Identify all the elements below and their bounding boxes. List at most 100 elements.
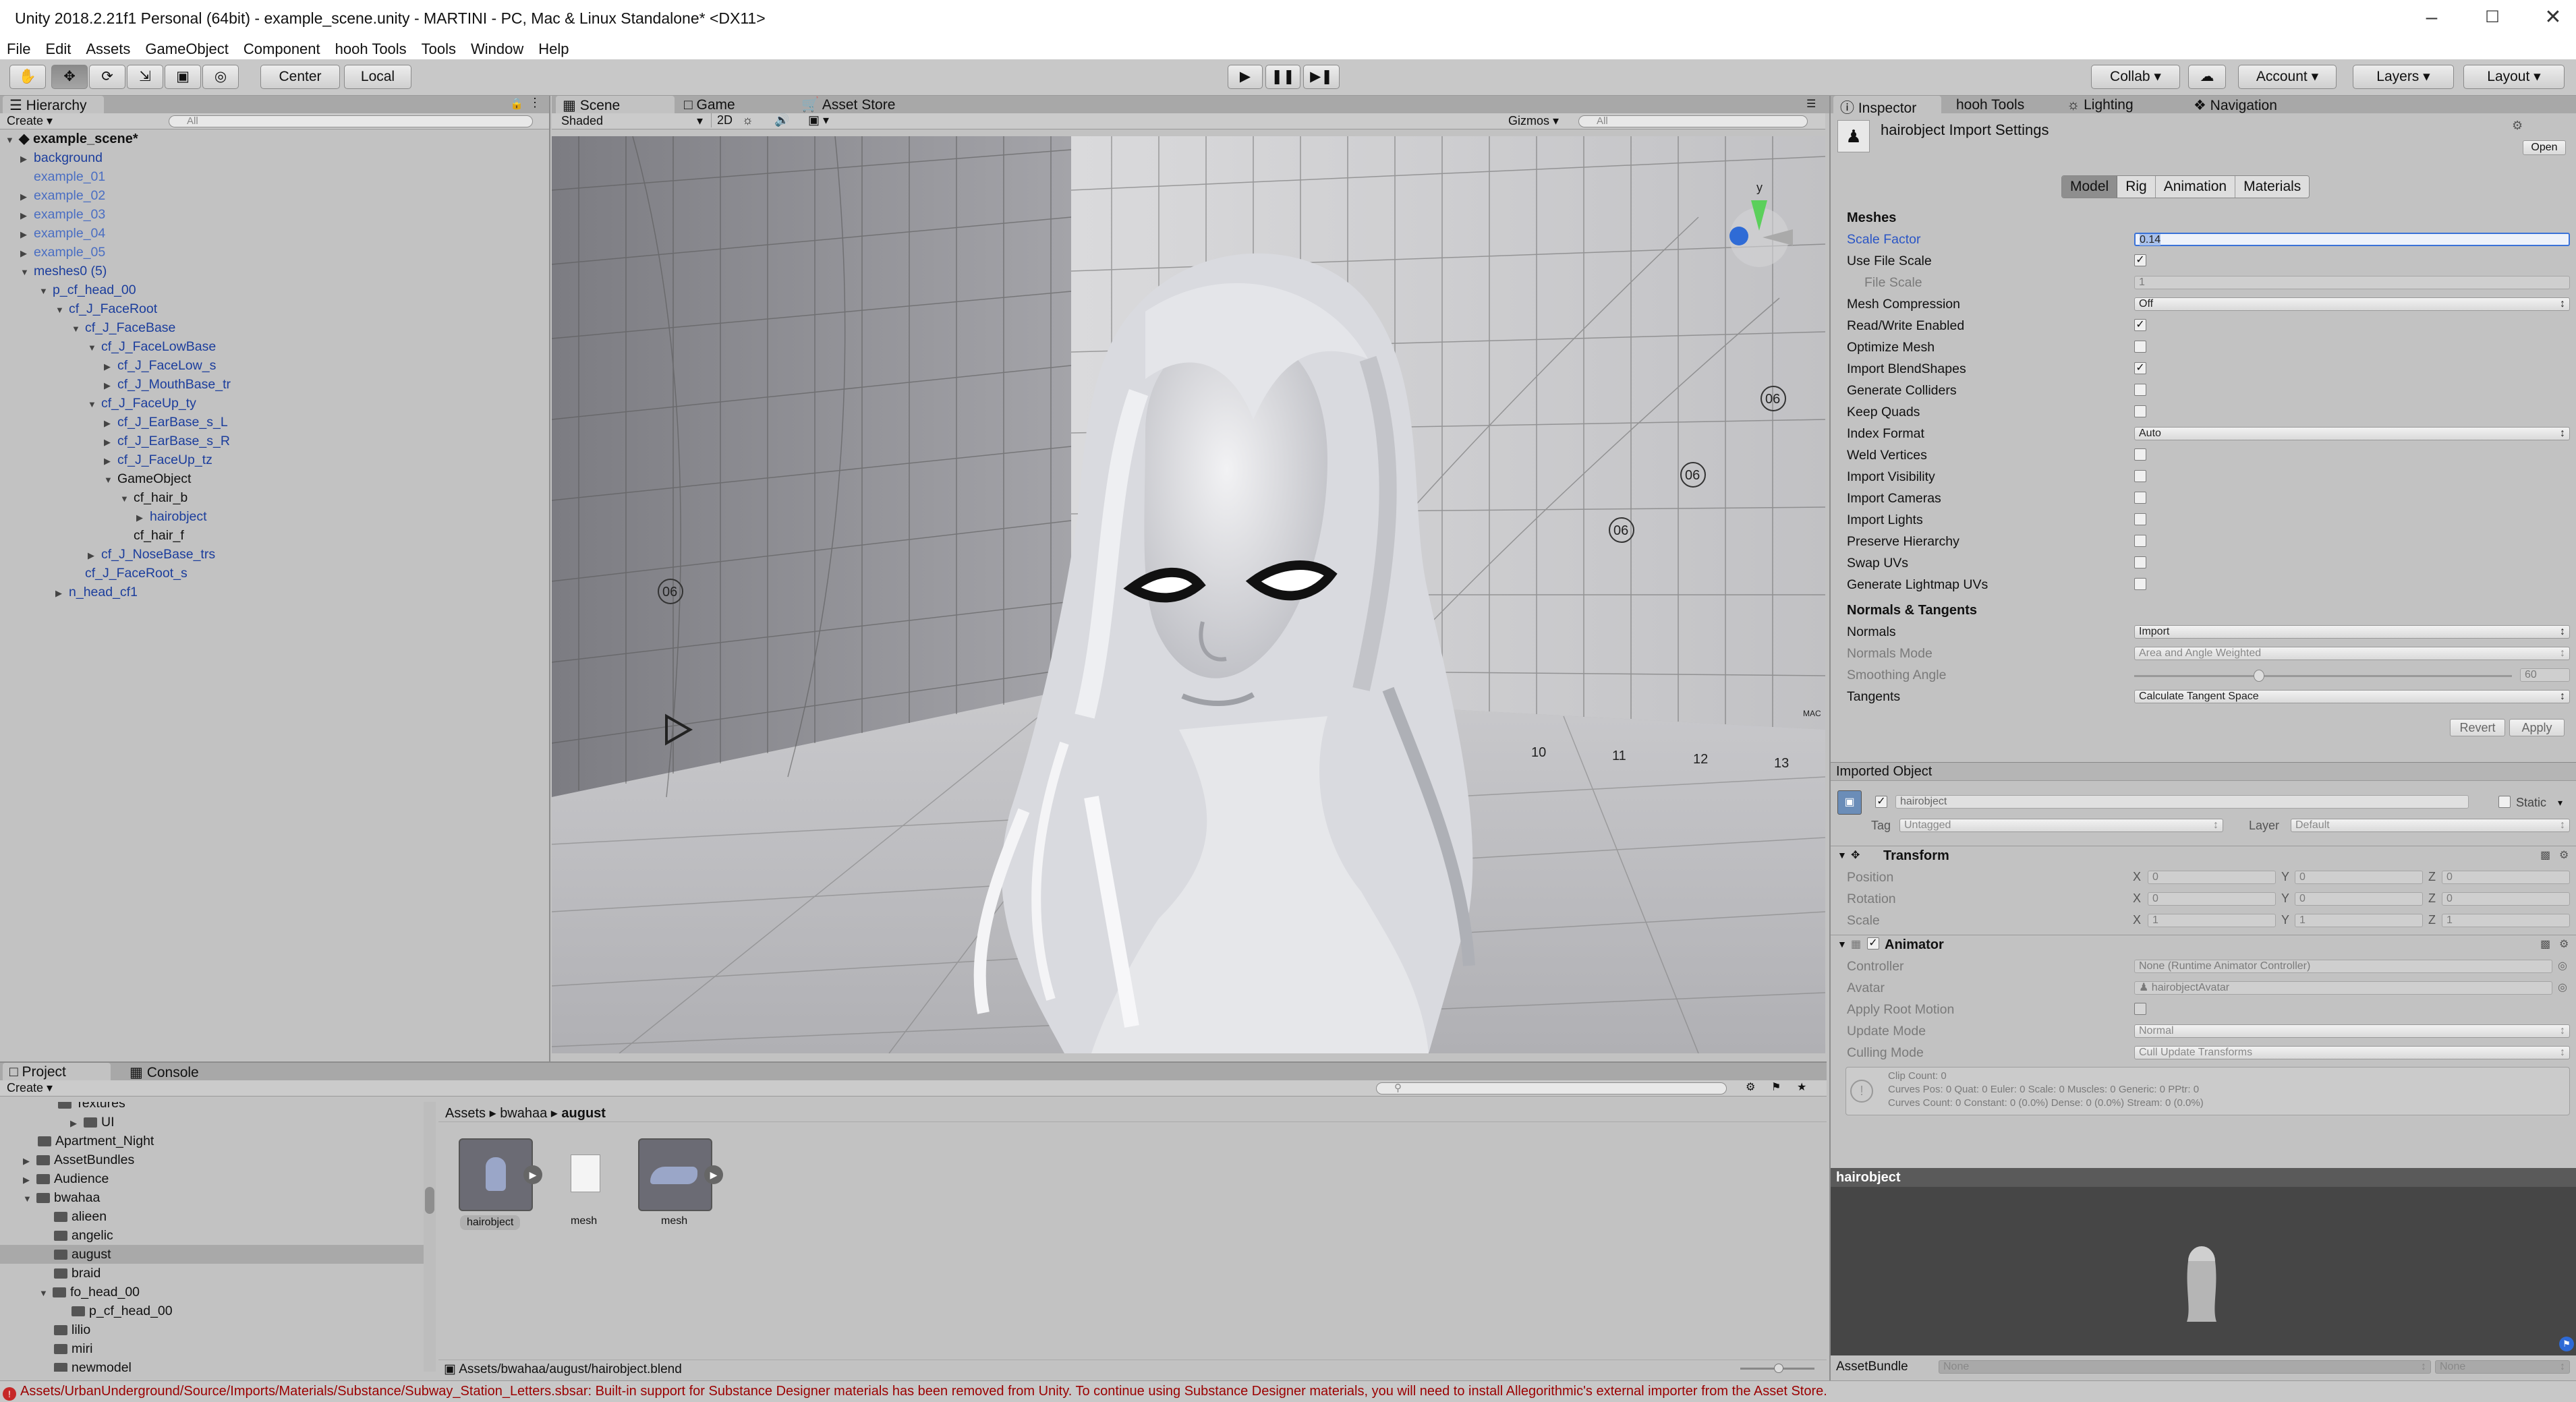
audio-toggle-icon[interactable]: 🔊 — [774, 113, 789, 127]
scale-y-field[interactable]: 1 — [2295, 914, 2423, 927]
step-button[interactable]: ▶❚ — [1303, 65, 1340, 89]
scene-viewport[interactable]: 06 06 06 06 06 10 11 12 13 MAC — [552, 136, 1825, 1053]
import-visibility-checkbox[interactable] — [2134, 470, 2146, 482]
import-lights-checkbox[interactable] — [2134, 513, 2146, 525]
expand-asset-icon[interactable]: ▶ — [704, 1165, 723, 1184]
update-mode-dropdown[interactable]: Normal ↕ — [2134, 1024, 2570, 1038]
menu-window[interactable]: Window — [464, 38, 532, 58]
lighting-toggle-icon[interactable]: ☼ — [742, 113, 753, 127]
rotation-z-field[interactable]: 0 — [2442, 892, 2570, 906]
menu-tools[interactable]: Tools — [415, 38, 464, 58]
object-picker-icon[interactable]: ◎ — [2558, 959, 2567, 972]
read-write-checkbox[interactable]: ✓ — [2134, 319, 2146, 331]
position-x-field[interactable]: 0 — [2148, 871, 2276, 884]
project-create-dropdown[interactable]: Create ▾ — [7, 1081, 53, 1095]
position-y-field[interactable]: 0 — [2295, 871, 2423, 884]
folder-item[interactable]: ▶ UI — [70, 1113, 115, 1132]
folder-item[interactable]: angelic — [54, 1226, 113, 1245]
tree-item[interactable]: ▶ cf_J_MouthBase_tr — [104, 375, 231, 394]
tab-hooh-tools[interactable]: hooh Tools — [1949, 96, 2044, 113]
filter-type-icon[interactable]: ⚙ — [1746, 1080, 1755, 1094]
controller-field[interactable]: None (Runtime Animator Controller) — [2134, 960, 2552, 973]
assetbundle-variant-dropdown[interactable]: None ↕ — [2435, 1360, 2570, 1374]
tree-item[interactable]: ▼ p_cf_head_00 — [39, 281, 136, 299]
tab-model[interactable]: Model — [2062, 176, 2118, 198]
tab-project[interactable]: □ Project — [3, 1063, 111, 1080]
animator-help-icon[interactable]: ▩ — [2540, 937, 2550, 951]
culling-mode-dropdown[interactable]: Cull Update Transforms ↕ — [2134, 1046, 2570, 1059]
zoom-slider[interactable] — [1740, 1364, 1814, 1373]
gizmo-z-icon[interactable] — [1729, 227, 1748, 245]
move-tool-icon[interactable]: ✥ — [51, 65, 88, 89]
pause-button[interactable]: ❚❚ — [1265, 65, 1300, 89]
tab-hierarchy[interactable]: ☰ Hierarchy — [3, 96, 104, 113]
minimize-icon[interactable]: – — [2401, 3, 2462, 34]
use-file-scale-checkbox[interactable]: ✓ — [2134, 254, 2146, 266]
tree-item[interactable]: ▼ cf_J_FaceBase — [71, 318, 175, 337]
animator-enabled-checkbox[interactable]: ✓ — [1867, 937, 1879, 950]
2d-toggle[interactable]: 2D — [711, 113, 738, 127]
root-motion-checkbox[interactable] — [2134, 1003, 2146, 1015]
label-tag-icon[interactable]: ⚑ — [2559, 1337, 2574, 1351]
lock-icon[interactable]: 🔒 — [510, 97, 523, 111]
effects-toggle-icon[interactable]: ▣ ▾ — [808, 113, 829, 127]
tree-item[interactable]: ▼ cf_J_FaceRoot — [55, 299, 157, 318]
animator-fold-icon[interactable]: ▼ — [1837, 939, 1847, 950]
tab-inspector[interactable]: ⓘ Inspector — [1833, 96, 1941, 116]
menu-file[interactable]: File — [0, 38, 38, 58]
tree-item[interactable]: ▶ background — [20, 148, 103, 167]
scrollbar-thumb[interactable] — [425, 1187, 434, 1214]
hand-tool-icon[interactable]: ✋ — [9, 65, 46, 89]
tree-item[interactable]: cf_J_FaceRoot_s — [85, 564, 188, 583]
lightmap-uvs-checkbox[interactable] — [2134, 578, 2146, 590]
generate-colliders-checkbox[interactable] — [2134, 384, 2146, 396]
import-cameras-checkbox[interactable] — [2134, 492, 2146, 504]
tree-item[interactable]: ▶ cf_J_FaceLow_s — [104, 356, 216, 375]
tree-item[interactable]: ▼ cf_hair_b — [120, 488, 188, 507]
transform-gear-icon[interactable]: ⚙ — [2559, 848, 2569, 862]
pivot-local-button[interactable]: Local — [344, 65, 411, 89]
tree-item[interactable]: example_01 — [34, 167, 105, 186]
cloud-icon[interactable]: ☁ — [2188, 65, 2226, 89]
status-bar[interactable]: ! Assets/UrbanUnderground/Source/Imports/… — [0, 1380, 2576, 1402]
revert-button[interactable]: Revert — [2450, 719, 2505, 736]
maximize-icon[interactable]: ☐ — [2462, 3, 2523, 34]
transform-tool-icon[interactable]: ◎ — [202, 65, 239, 89]
normals-dropdown[interactable]: Import ↕ — [2134, 625, 2570, 639]
mesh-compression-dropdown[interactable]: Off ↕ — [2134, 297, 2570, 311]
breadcrumb-item[interactable]: august — [561, 1106, 606, 1121]
zoom-slider-knob[interactable] — [1774, 1364, 1783, 1373]
folder-item[interactable]: p_cf_head_00 — [71, 1302, 173, 1320]
weld-vertices-checkbox[interactable] — [2134, 448, 2146, 461]
tab-console[interactable]: ▦ Console — [123, 1063, 224, 1080]
scene-lock-icon[interactable]: ☰ — [1806, 97, 1816, 111]
breadcrumb-item[interactable]: Assets — [445, 1106, 486, 1121]
folder-item[interactable]: braid — [54, 1264, 101, 1283]
menu-gameobject[interactable]: GameObject — [138, 38, 237, 58]
animator-gear-icon[interactable]: ⚙ — [2559, 937, 2569, 951]
assetbundle-dropdown[interactable]: None ↕ — [1939, 1360, 2431, 1374]
folder-tree-scrollbar[interactable] — [424, 1102, 436, 1372]
menu-help[interactable]: Help — [532, 38, 577, 58]
keep-quads-checkbox[interactable] — [2134, 405, 2146, 417]
folder-item[interactable]: ▶ AssetBundles — [23, 1150, 134, 1169]
static-dropdown-icon[interactable]: ▾ — [2558, 797, 2563, 809]
tag-dropdown[interactable]: Untagged ↕ — [1899, 819, 2223, 832]
collab-dropdown[interactable]: Collab ▾ — [2091, 65, 2180, 89]
tree-item[interactable]: ▶ cf_J_EarBase_s_R — [104, 432, 230, 450]
open-button[interactable]: Open — [2523, 140, 2566, 155]
object-picker-icon[interactable]: ◎ — [2558, 981, 2567, 994]
folder-item[interactable]: ▶ Audience — [23, 1169, 109, 1188]
layout-dropdown[interactable]: Layout ▾ — [2463, 65, 2565, 89]
tree-item[interactable]: ▶ cf_J_NoseBase_trs — [88, 545, 215, 564]
asset-thumb-hairobject[interactable] — [459, 1138, 533, 1211]
import-blendshapes-checkbox[interactable]: ✓ — [2134, 362, 2146, 374]
play-button[interactable]: ▶ — [1228, 65, 1263, 89]
rect-tool-icon[interactable]: ▣ — [165, 65, 201, 89]
tab-materials[interactable]: Materials — [2235, 176, 2310, 198]
scene-root[interactable]: ▼ ◆ example_scene* — [5, 129, 138, 148]
account-dropdown[interactable]: Account ▾ — [2238, 65, 2337, 89]
folder-item[interactable]: ▼ bwahaa — [23, 1188, 100, 1207]
tab-navigation[interactable]: ❖ Navigation — [2187, 96, 2308, 113]
panel-menu-icon[interactable]: ⋮ — [529, 96, 541, 110]
